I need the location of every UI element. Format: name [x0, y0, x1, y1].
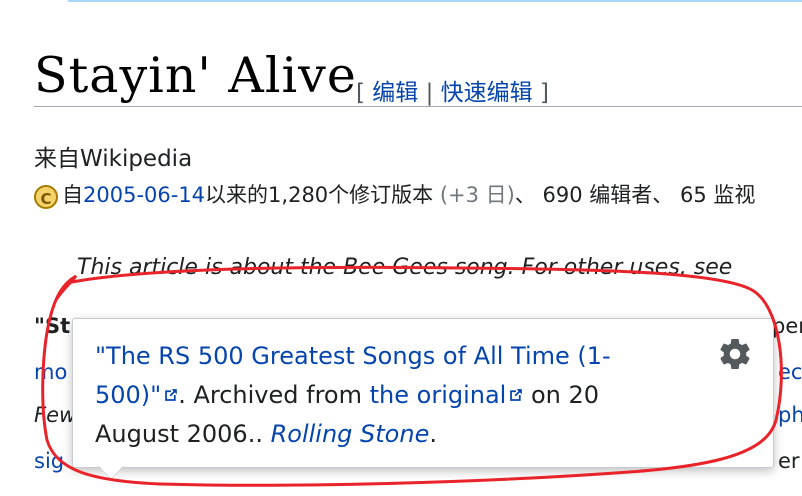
publisher-link[interactable]: Rolling Stone — [271, 420, 430, 448]
creation-date-link[interactable]: 2005-06-14 — [83, 183, 205, 207]
title-divider — [34, 106, 802, 107]
hatnote: This article is about the Bee Gees song.… — [77, 255, 733, 280]
title-row: Stayin' Alive [ 编辑 | 快速编辑 ] — [34, 46, 802, 106]
body-link-fragment[interactable]: mo — [34, 360, 67, 384]
body-link-fragment[interactable]: ec — [778, 360, 802, 384]
recent-edits[interactable]: (+3 日) — [440, 183, 515, 207]
body-text-fragment: er — [778, 449, 800, 473]
edit-links: [ 编辑 | 快速编辑 ] — [356, 80, 549, 106]
body-link-fragment[interactable]: ph — [778, 403, 802, 427]
original-link[interactable]: the original — [370, 381, 524, 409]
gear-icon[interactable] — [717, 336, 753, 372]
external-link-icon — [165, 389, 178, 401]
body-link-fragment[interactable]: sig — [34, 449, 64, 473]
popup-pointer-fill — [99, 466, 123, 479]
edit-link[interactable]: 编辑 — [372, 80, 418, 106]
page-info-line: C 自2005-06-14以来的1,280个修订版本 (+3 日)、 690 编辑… — [34, 179, 755, 209]
body-text-fragment: Few — [34, 403, 77, 427]
external-link-icon — [510, 389, 523, 401]
reference-popup: "The RS 500 Greatest Songs of All Time (… — [72, 318, 774, 468]
body-text-fragment: "St — [34, 314, 71, 338]
copyright-icon: C — [34, 185, 58, 209]
reference-text: "The RS 500 Greatest Songs of All Time (… — [95, 342, 611, 448]
quick-edit-link[interactable]: 快速编辑 — [441, 80, 533, 106]
from-wikipedia: 来自Wikipedia — [34, 146, 193, 172]
top-border — [68, 0, 802, 2]
body-text-fragment: per — [772, 314, 802, 338]
page-title: Stayin' Alive — [34, 47, 357, 104]
